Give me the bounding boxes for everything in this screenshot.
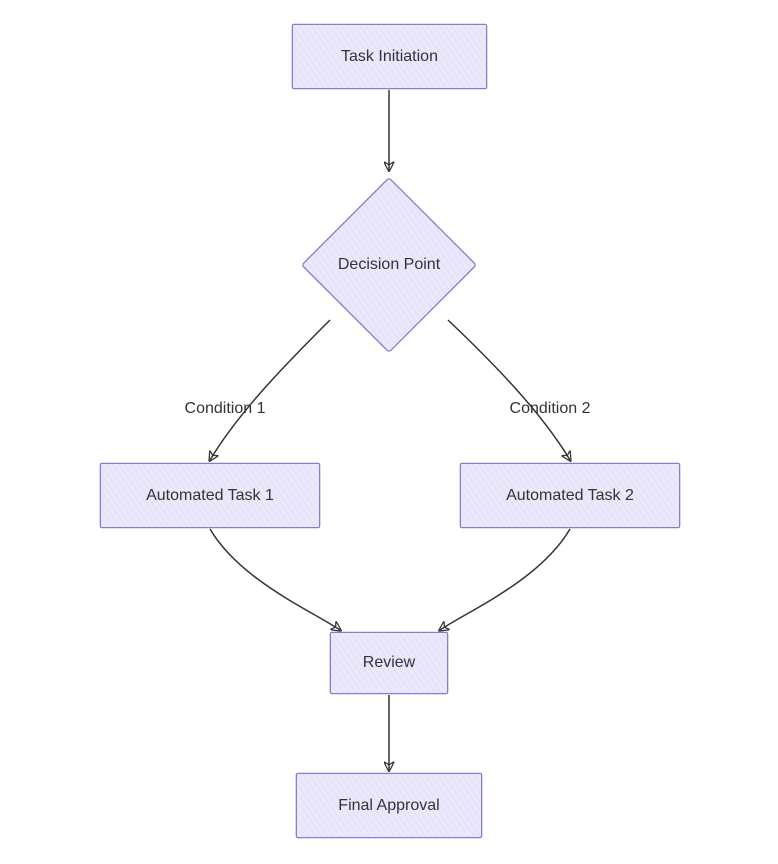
node-task-initiation: Task Initiation (292, 24, 487, 89)
edge-label-condition-2: Condition 2 (495, 400, 605, 418)
node-label: Final Approval (338, 797, 439, 815)
edge-label-condition-1: Condition 1 (170, 400, 280, 418)
node-label: Decision Point (338, 256, 440, 274)
node-label: Task Initiation (341, 48, 438, 66)
node-automated-task-1: Automated Task 1 (100, 463, 320, 528)
flowchart-canvas: Task Initiation Decision Point Condition… (0, 0, 778, 864)
node-label: Automated Task 1 (146, 487, 274, 505)
node-automated-task-2: Automated Task 2 (460, 463, 680, 528)
node-label: Automated Task 2 (506, 487, 634, 505)
node-label: Review (363, 654, 415, 672)
node-review: Review (330, 632, 448, 694)
flowchart-edges (0, 0, 778, 864)
node-decision-point: Decision Point (299, 175, 479, 355)
node-final-approval: Final Approval (296, 773, 482, 838)
